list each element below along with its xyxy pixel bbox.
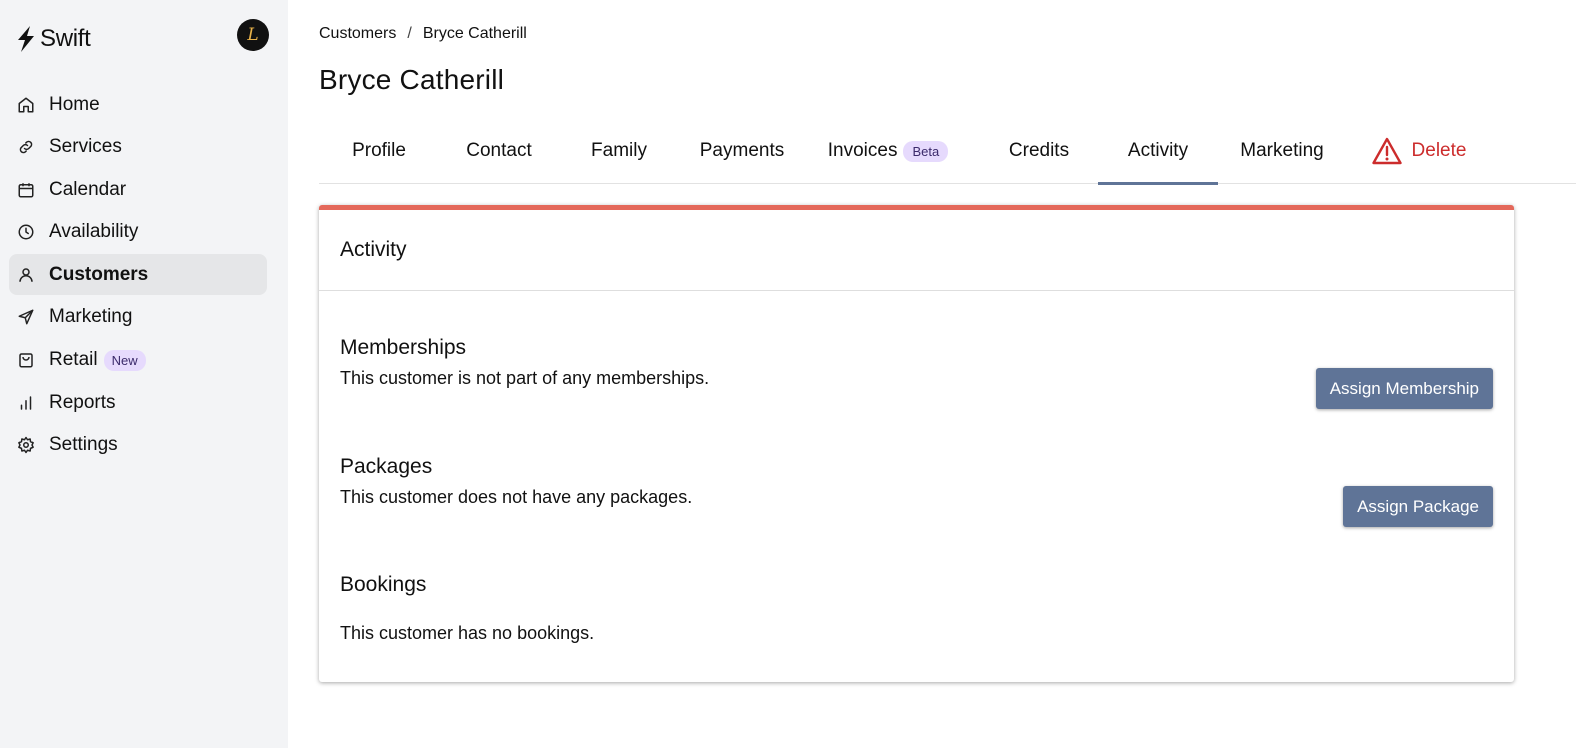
activity-card: Activity Memberships This customer is no… — [319, 205, 1514, 682]
sidebar-item-availability[interactable]: Availability — [9, 212, 267, 253]
sidebar-item-retail[interactable]: Retail New — [9, 340, 267, 381]
page-title: Bryce Catherill — [319, 64, 505, 95]
sidebar-item-label: Settings — [49, 434, 118, 456]
calendar-icon — [17, 181, 35, 199]
packages-heading: Packages — [340, 455, 433, 478]
sidebar-item-label: Availability — [49, 221, 139, 243]
breadcrumb-current: Bryce Catherill — [422, 25, 527, 42]
card-title: Activity — [319, 210, 1514, 291]
sidebar-item-label: Marketing — [49, 306, 133, 328]
user-icon — [17, 266, 35, 284]
warning-icon — [1371, 137, 1402, 165]
main-content: Customers / Bryce Catherill Bryce Cather… — [288, 0, 1576, 748]
tab-marketing[interactable]: Marketing — [1222, 118, 1342, 184]
sidebar-item-customers[interactable]: Customers — [9, 254, 267, 296]
tab-label: Credits — [1008, 140, 1070, 161]
shopping-bag-icon — [17, 351, 35, 369]
tab-profile[interactable]: Profile — [319, 118, 439, 184]
sidebar-item-label: Reports — [49, 391, 116, 413]
breadcrumb-customers-link[interactable]: Customers — [319, 25, 396, 43]
tab-label: Delete — [1411, 140, 1467, 161]
tab-payments[interactable]: Payments — [682, 118, 802, 184]
tab-bar: Profile Contact Family Payments Invoices… — [319, 118, 1576, 185]
lightning-bolt-icon — [18, 26, 34, 52]
tab-delete[interactable]: Delete — [1359, 118, 1479, 184]
sidebar-nav: Home Services Calendar Availability Cust… — [9, 84, 267, 467]
bar-chart-icon — [17, 394, 35, 412]
packages-section: Packages This customer does not have any… — [340, 455, 1493, 527]
tab-credits[interactable]: Credits — [979, 118, 1099, 184]
assign-membership-button[interactable]: Assign Membership — [1315, 368, 1493, 409]
sidebar-item-label: Calendar — [49, 178, 127, 200]
link-icon — [17, 138, 35, 156]
memberships-section: Memberships This customer is not part of… — [340, 336, 1493, 409]
sidebar-item-calendar[interactable]: Calendar — [9, 169, 267, 210]
breadcrumb: Customers / Bryce Catherill — [319, 25, 527, 43]
sidebar-item-label: Services — [49, 136, 122, 158]
sidebar-item-settings[interactable]: Settings — [9, 425, 267, 466]
tab-invoices[interactable]: Invoices Beta — [818, 118, 958, 184]
tab-label: Family — [591, 140, 647, 161]
avatar-initial: L — [247, 25, 259, 45]
sidebar-item-marketing[interactable]: Marketing — [9, 297, 267, 338]
memberships-heading: Memberships — [340, 336, 467, 359]
bookings-section: Bookings This customer has no bookings. — [340, 573, 1493, 644]
assign-package-button[interactable]: Assign Package — [1343, 486, 1493, 527]
sidebar-item-label: Home — [49, 93, 100, 115]
send-icon — [17, 308, 35, 326]
sidebar: Swift L Home Services Calendar Availabil… — [0, 0, 288, 748]
tab-label: Payments — [699, 140, 785, 161]
app-logo[interactable]: Swift — [16, 24, 91, 54]
sidebar-item-reports[interactable]: Reports — [9, 382, 267, 423]
packages-message: This customer does not have any packages… — [340, 487, 693, 507]
sidebar-item-home[interactable]: Home — [9, 84, 267, 125]
gear-icon — [17, 436, 35, 454]
bookings-heading: Bookings — [340, 573, 427, 596]
tab-contact[interactable]: Contact — [439, 118, 559, 184]
user-avatar[interactable]: L — [237, 19, 269, 51]
home-icon — [17, 96, 35, 114]
sidebar-item-label: Retail — [49, 349, 98, 371]
breadcrumb-separator: / — [407, 25, 412, 42]
tab-label: Contact — [466, 140, 532, 161]
tab-label: Activity — [1127, 140, 1189, 161]
sidebar-item-label: Customers — [49, 263, 149, 285]
bookings-message: This customer has no bookings. — [340, 623, 595, 643]
tab-label: Marketing — [1240, 140, 1324, 161]
tab-label: Invoices — [827, 140, 898, 161]
new-badge: New — [103, 349, 146, 371]
tab-label: Profile — [352, 140, 406, 161]
sidebar-item-services[interactable]: Services — [9, 127, 267, 168]
tab-family[interactable]: Family — [559, 118, 679, 184]
tab-activity[interactable]: Activity — [1098, 118, 1218, 185]
beta-badge: Beta — [903, 140, 949, 162]
app-name: Swift — [40, 25, 91, 52]
clock-icon — [17, 223, 35, 241]
